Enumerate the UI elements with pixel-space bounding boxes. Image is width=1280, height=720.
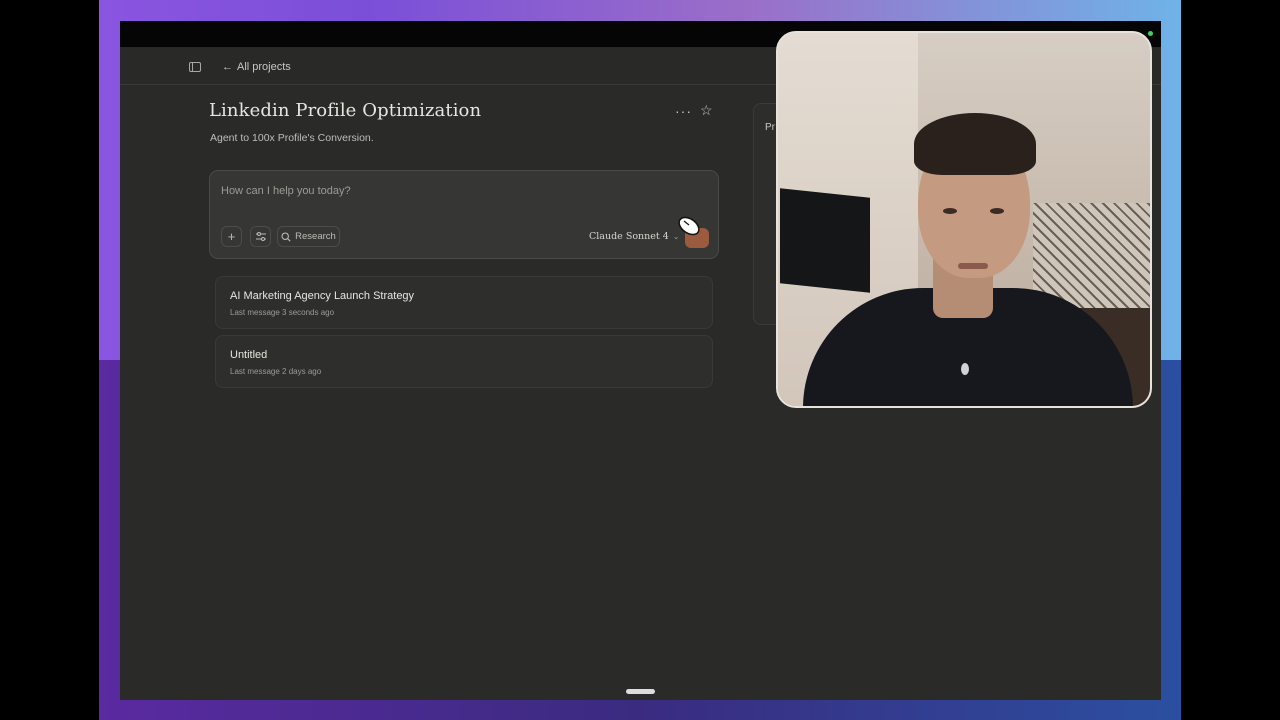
back-arrow-icon: ← — [222, 61, 233, 73]
project-subtitle: Agent to 100x Profile's Conversion. — [210, 132, 374, 144]
tools-button[interactable] — [250, 226, 271, 247]
research-button[interactable]: Research — [277, 226, 340, 247]
search-icon — [281, 231, 291, 242]
webcam-person-hair — [914, 113, 1036, 175]
plus-icon: + — [227, 229, 236, 244]
message-input[interactable] — [221, 183, 701, 199]
star-icon[interactable]: ☆ — [700, 102, 713, 119]
camera-indicator-dot — [1148, 31, 1153, 36]
letterbox-left — [0, 0, 99, 720]
chat-last-message-time: Last message 2 days ago — [230, 367, 322, 376]
side-panel-label: Pr — [765, 122, 775, 133]
chat-title: AI Marketing Agency Launch Strategy — [230, 290, 415, 302]
chat-list-item[interactable]: AI Marketing Agency Launch Strategy Last… — [215, 276, 713, 329]
model-label: Claude Sonnet 4 — [589, 231, 669, 242]
webcam-person-pendant — [961, 363, 969, 375]
more-icon[interactable]: ··· — [675, 103, 692, 119]
chat-title: Untitled — [230, 349, 268, 361]
chat-last-message-time: Last message 3 seconds ago — [230, 308, 335, 317]
project-title: Linkedin Profile Optimization — [209, 100, 482, 121]
chat-list-item[interactable]: Untitled Last message 2 days ago — [215, 335, 713, 388]
back-link-label: All projects — [237, 61, 291, 73]
webcam-overlay — [776, 31, 1152, 408]
webcam-person-mouth — [958, 263, 988, 269]
letterbox-right — [1181, 0, 1280, 720]
sliders-icon — [255, 232, 266, 241]
webcam-person-eye — [990, 208, 1004, 214]
sidebar-toggle-icon[interactable] — [189, 62, 201, 72]
message-composer: + Research Claude Sonnet 4 ⌄ — [209, 170, 719, 259]
research-label: Research — [295, 231, 336, 242]
add-attachment-button[interactable]: + — [221, 226, 242, 247]
mouse-cursor-icon — [678, 216, 700, 236]
back-to-projects-link[interactable]: ← All projects — [222, 59, 291, 75]
webcam-tv — [780, 188, 870, 293]
home-indicator — [626, 689, 655, 694]
webcam-person-eye — [943, 208, 957, 214]
model-selector[interactable]: Claude Sonnet 4 ⌄ — [589, 231, 679, 242]
